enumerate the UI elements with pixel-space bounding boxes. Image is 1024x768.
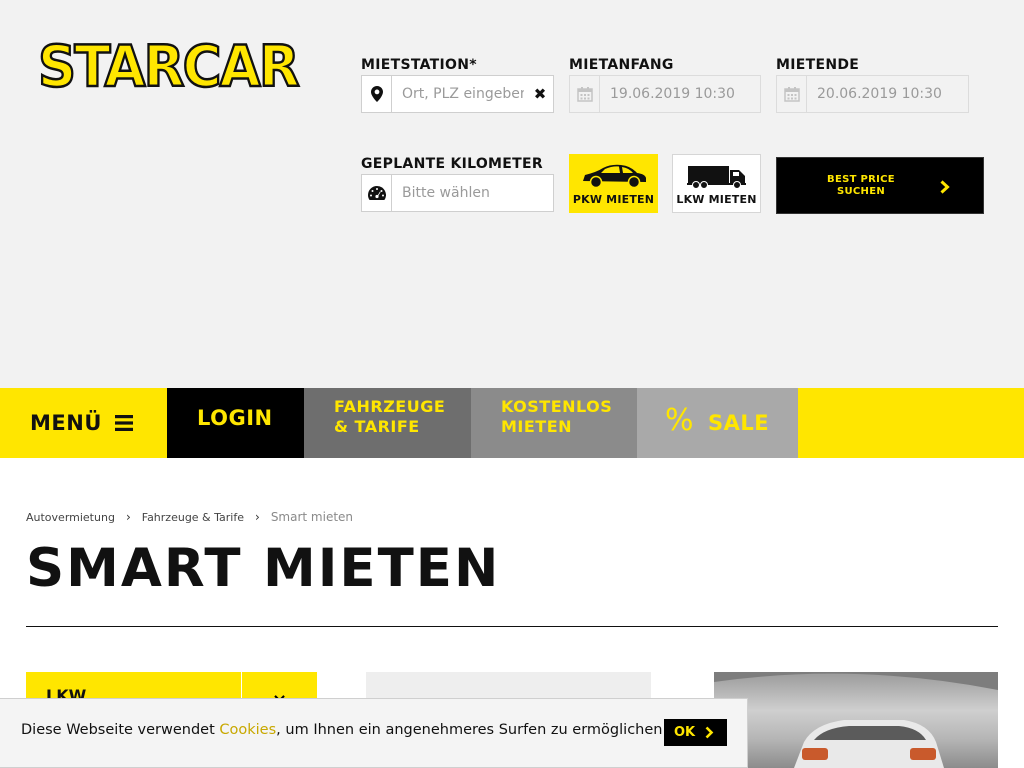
percent-icon: % bbox=[665, 402, 695, 438]
calendar-icon bbox=[570, 76, 600, 112]
start-label: MIETANFANG bbox=[569, 57, 674, 73]
km-select[interactable]: Bitte wählen bbox=[361, 174, 554, 212]
nav-sale[interactable]: % SALE bbox=[637, 388, 798, 458]
map-pin-icon bbox=[362, 76, 392, 112]
login-label: LOGIN bbox=[197, 406, 273, 430]
close-icon[interactable]: ✖ bbox=[527, 76, 553, 112]
station-input[interactable] bbox=[402, 86, 524, 102]
start-date-field[interactable]: 19.06.2019 10:30 bbox=[569, 75, 761, 113]
station-label: MIETSTATION* bbox=[361, 57, 477, 73]
calendar-icon bbox=[777, 76, 807, 112]
smart-car-image bbox=[714, 672, 998, 768]
lkw-mieten-button[interactable]: LKW MIETEN bbox=[672, 154, 761, 213]
km-placeholder: Bitte wählen bbox=[402, 185, 490, 201]
nav-kostenlos-line2: MIETEN bbox=[501, 417, 573, 436]
menu-button[interactable]: MENÜ bbox=[0, 388, 167, 458]
end-date-field[interactable]: 20.06.2019 10:30 bbox=[776, 75, 969, 113]
search-label: BEST PRICE SUCHEN bbox=[827, 173, 895, 197]
title-divider bbox=[26, 626, 998, 627]
nav-kostenlos-mieten[interactable]: KOSTENLOS MIETEN bbox=[471, 388, 637, 458]
sale-label: SALE bbox=[708, 411, 770, 435]
breadcrumb-fahrzeuge-tarife[interactable]: Fahrzeuge & Tarife bbox=[142, 511, 244, 524]
lkw-label: LKW MIETEN bbox=[676, 193, 757, 206]
end-label: MIETENDE bbox=[776, 57, 860, 73]
pkw-mieten-button[interactable]: PKW MIETEN bbox=[569, 154, 658, 213]
cookie-link[interactable]: Cookies bbox=[219, 722, 276, 738]
end-date-value: 20.06.2019 10:30 bbox=[817, 86, 942, 102]
cookie-ok-button[interactable]: OK bbox=[664, 719, 727, 746]
chevron-right-icon: › bbox=[125, 510, 131, 524]
chevron-right-icon: › bbox=[255, 510, 260, 524]
ok-label: OK bbox=[674, 725, 696, 740]
pkw-label: PKW MIETEN bbox=[572, 193, 655, 206]
car-icon bbox=[579, 163, 649, 193]
breadcrumb: Autovermietung › Fahrzeuge & Tarife › Sm… bbox=[26, 510, 353, 524]
truck-icon bbox=[686, 164, 747, 194]
cookie-banner: Diese Webseite verwendet Cookies, um Ihn… bbox=[0, 698, 748, 768]
cookie-text: Diese Webseite verwendet Cookies, um Ihn… bbox=[21, 722, 668, 738]
nav-fahrzeuge-line2: & TARIFE bbox=[334, 417, 420, 436]
station-field[interactable]: ✖ bbox=[361, 75, 554, 113]
best-price-search-button[interactable]: BEST PRICE SUCHEN bbox=[776, 157, 984, 214]
start-date-value: 19.06.2019 10:30 bbox=[610, 86, 735, 102]
chevron-right-icon bbox=[940, 179, 950, 198]
nav-fahrzeuge-tarife[interactable]: FAHRZEUGE & TARIFE bbox=[304, 388, 471, 458]
starcar-logo[interactable]: STARCAR bbox=[37, 35, 318, 100]
hamburger-icon bbox=[114, 414, 134, 432]
menu-label: MENÜ bbox=[30, 411, 102, 435]
header-area: STARCAR MIETSTATION* ✖ MIETANFANG 19.06.… bbox=[0, 0, 1024, 388]
km-label: GEPLANTE KILOMETER bbox=[361, 156, 543, 172]
main-nav: MENÜ LOGIN FAHRZEUGE & TARIFE KOSTENLOS … bbox=[0, 388, 1024, 458]
login-button[interactable]: LOGIN bbox=[167, 388, 304, 458]
nav-fahrzeuge-line1: FAHRZEUGE bbox=[334, 397, 446, 416]
nav-kostenlos-line1: KOSTENLOS bbox=[501, 397, 613, 416]
chevron-right-icon bbox=[705, 726, 714, 739]
speedometer-icon bbox=[362, 175, 392, 211]
page-title: SMART MIETEN bbox=[26, 538, 501, 599]
breadcrumb-current: Smart mieten bbox=[270, 510, 354, 524]
breadcrumb-autovermietung[interactable]: Autovermietung bbox=[26, 511, 115, 524]
